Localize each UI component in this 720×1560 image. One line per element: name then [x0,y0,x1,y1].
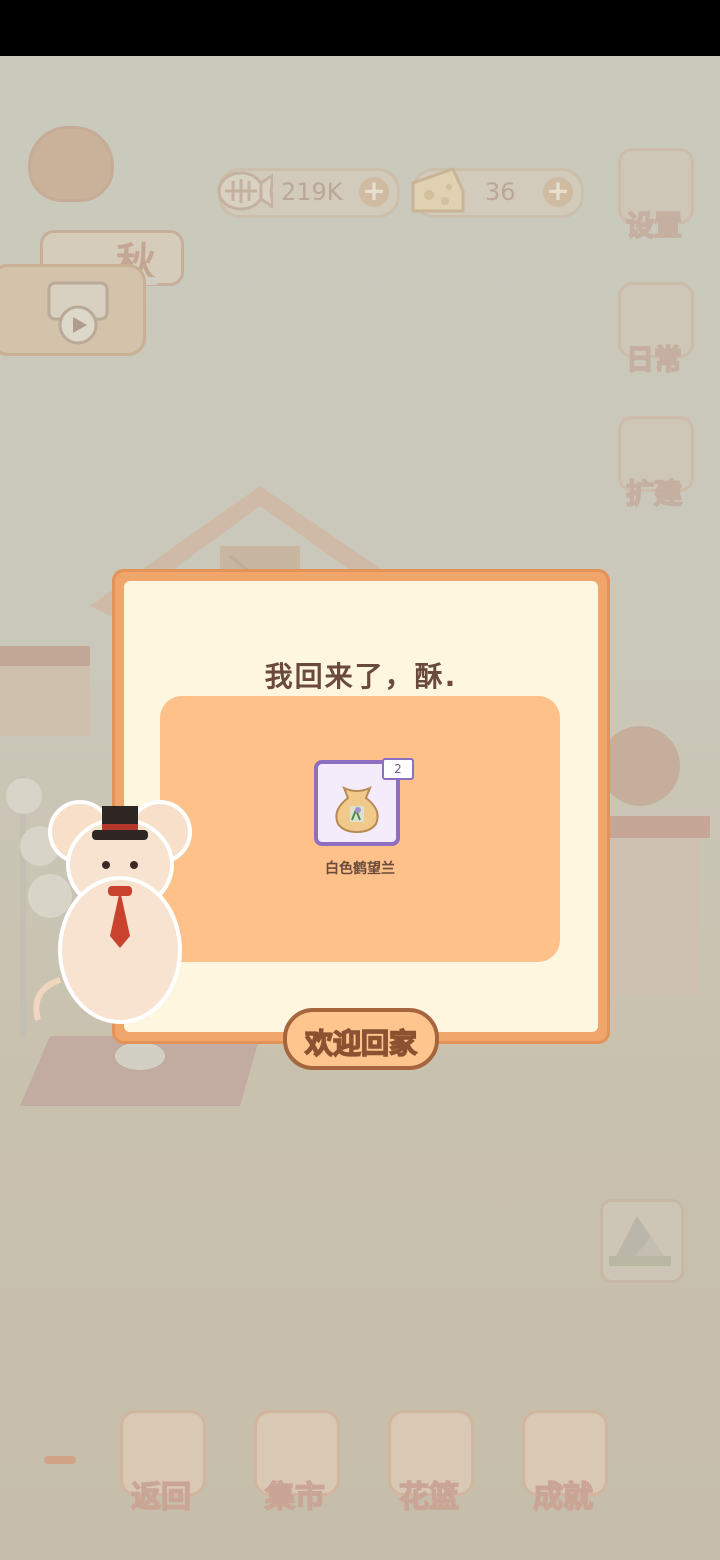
nav-back[interactable]: 返回 [116,1410,206,1520]
nav-market-label: 集市 [264,1479,326,1516]
welcome-home-button[interactable]: 欢迎回家 [283,1008,439,1070]
nav-achievements[interactable]: 成就 [518,1410,608,1520]
bottom-nav: 返回 集市 花篮 成就 [0,1400,720,1530]
mouse-character [33,800,192,1024]
nav-flower-basket-label: 花篮 [398,1479,460,1516]
nav-back-label: 返回 [130,1479,192,1516]
welcome-home-label: 欢迎回家 [304,1026,418,1061]
nav-market[interactable]: 集市 [250,1410,340,1520]
nav-achievements-label: 成就 [532,1479,594,1516]
dialog-title: 我回来了，酥. [264,660,458,693]
nav-flower-basket[interactable]: 花篮 [384,1410,474,1520]
reward-count-badge: 2 [382,758,414,780]
seed-bag-icon [335,786,379,834]
reward-panel: 2 白色鹤望兰 [160,696,560,962]
status-bar [0,0,720,56]
reward-item-name: 白色鹤望兰 [325,861,395,877]
